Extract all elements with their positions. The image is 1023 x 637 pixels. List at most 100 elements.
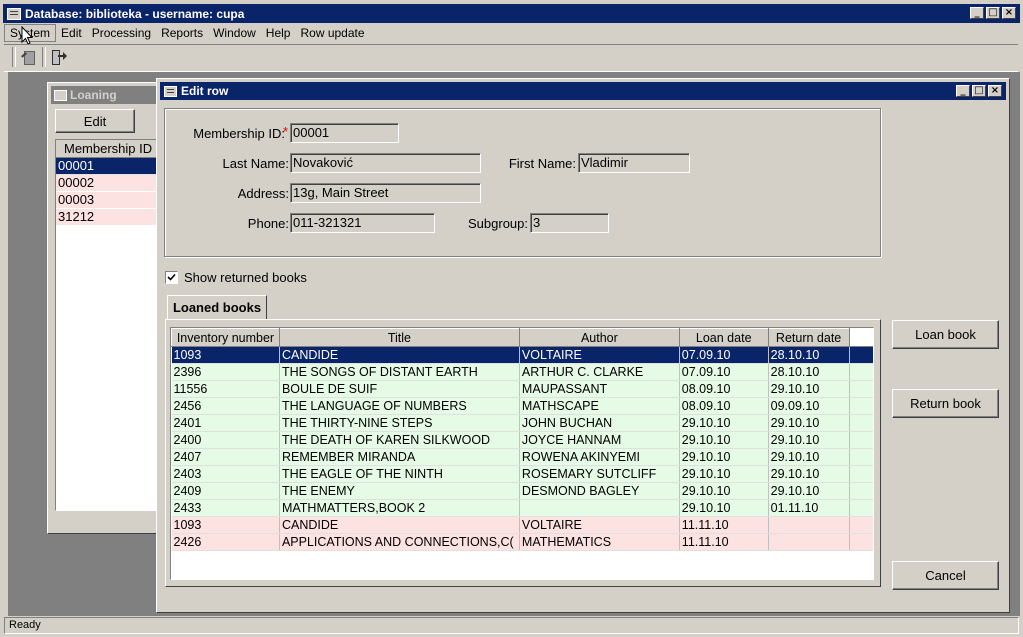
- column-header-loan-date[interactable]: Loan date: [678, 328, 769, 347]
- menu-help[interactable]: Help: [261, 24, 296, 42]
- return-book-button[interactable]: Return book: [892, 389, 999, 418]
- row-filler: [849, 380, 873, 398]
- row-filler: [849, 431, 873, 449]
- table-row[interactable]: 2433 MATHMATTERS,BOOK 2 29.10.10 01.11.10: [171, 499, 873, 517]
- column-header-title[interactable]: Title: [278, 328, 520, 347]
- menu-edit[interactable]: Edit: [56, 24, 87, 42]
- table-row[interactable]: 2426 APPLICATIONS AND CONNECTIONS,C(MATHE…: [171, 533, 873, 551]
- cell-author: ARTHUR C. CLARKE: [519, 363, 680, 381]
- cell-loan-date: 07.09.10: [679, 363, 769, 381]
- edit-title-bar[interactable]: Edit row _ □ ×: [160, 82, 1006, 100]
- table-row[interactable]: 2401 THE THIRTY-NINE STEPS JOHN BUCHAN 29.1…: [171, 414, 873, 432]
- table-header-row: Inventory number Title Author Loan date …: [171, 328, 873, 347]
- cell-author: ROWENA AKINYEMI: [519, 448, 680, 466]
- cell-title: CANDIDE: [279, 516, 520, 534]
- phone-field[interactable]: 011-321321: [290, 213, 435, 233]
- row-filler: [849, 533, 873, 551]
- cell-inventory-number: 2396: [171, 363, 280, 381]
- main-title: Database: biblioteka - username: cupa: [25, 6, 245, 21]
- tab-loaned-books[interactable]: Loaned books: [167, 295, 267, 319]
- cell-return-date: 28.10.10: [768, 346, 850, 364]
- status-bar: Ready: [4, 617, 1019, 634]
- menu-reports[interactable]: Reports: [156, 24, 208, 42]
- cell-return-date: [768, 516, 850, 534]
- cell-inventory-number: 2433: [171, 499, 280, 517]
- column-header-return-date[interactable]: Return date: [767, 328, 850, 347]
- cell-inventory-number: 2400: [171, 431, 280, 449]
- cell-inventory-number: 2409: [171, 482, 280, 500]
- close-icon[interactable]: ×: [988, 85, 1002, 97]
- column-header-filler: [849, 328, 873, 347]
- show-returned-checkbox[interactable]: Show returned books: [165, 270, 307, 285]
- table-row[interactable]: 2456 THE LANGUAGE OF NUMBERS MATHSCAPE 08.0…: [171, 397, 873, 415]
- first-name-label: First Name:: [508, 156, 576, 171]
- minimize-icon[interactable]: _: [970, 7, 984, 19]
- loaning-edit-button[interactable]: Edit: [55, 109, 135, 133]
- menu-row-update[interactable]: Row update: [295, 24, 369, 42]
- main-title-bar[interactable]: Database: biblioteka - username: cupa _ …: [3, 4, 1020, 23]
- cell-inventory-number: 1093: [171, 516, 280, 534]
- cell-title: THE THIRTY-NINE STEPS: [279, 414, 520, 432]
- maximize-icon[interactable]: □: [972, 85, 986, 97]
- toolbar-exit-icon[interactable]: [50, 49, 68, 67]
- checkbox-icon[interactable]: [165, 271, 178, 284]
- window-icon: [164, 85, 177, 97]
- cell-title: APPLICATIONS AND CONNECTIONS,C(: [279, 533, 520, 551]
- table-row[interactable]: 2400 THE DEATH OF KAREN SILKWOOD JOYCE HAN…: [171, 431, 873, 449]
- table-row[interactable]: 1093 CANDIDE VOLTAIRE 07.09.10 28.10.10: [171, 346, 873, 364]
- row-filler: [849, 465, 873, 483]
- cell-inventory-number: 2407: [171, 448, 280, 466]
- cell-return-date: 29.10.10: [768, 448, 850, 466]
- show-returned-label: Show returned books: [184, 270, 307, 285]
- last-name-field[interactable]: Novaković: [290, 153, 481, 173]
- table-row[interactable]: 1093 CANDIDE VOLTAIRE 11.11.10: [171, 516, 873, 534]
- column-header-inventory[interactable]: Inventory number: [171, 328, 280, 347]
- table-row[interactable]: 2407 REMEMBER MIRANDA ROWENA AKINYEMI 29.10…: [171, 448, 873, 466]
- cell-loan-date: 08.09.10: [679, 380, 769, 398]
- cell-return-date: [768, 533, 850, 551]
- app-icon: [7, 7, 21, 20]
- last-name-label: Last Name:: [222, 156, 289, 171]
- row-filler: [849, 397, 873, 415]
- cell-inventory-number: 2426: [171, 533, 280, 551]
- column-header-author[interactable]: Author: [518, 328, 680, 347]
- maximize-icon[interactable]: □: [986, 7, 1000, 19]
- row-filler: [849, 482, 873, 500]
- cell-author: ROSEMARY SUTCLIFF: [519, 465, 680, 483]
- cell-return-date: 29.10.10: [768, 380, 850, 398]
- table-row[interactable]: 2403 THE EAGLE OF THE NINTH ROSEMARY SUTCL…: [171, 465, 873, 483]
- address-label: Address:: [237, 186, 289, 201]
- cell-author: VOLTAIRE: [519, 516, 680, 534]
- first-name-field[interactable]: Vladimir: [578, 153, 690, 173]
- toolbar-edit-icon[interactable]: [20, 49, 38, 67]
- subgroup-label: Subgroup:: [468, 216, 528, 231]
- cell-loan-date: 11.11.10: [679, 516, 769, 534]
- menu-processing[interactable]: Processing: [87, 24, 156, 42]
- subgroup-field[interactable]: 3: [530, 213, 609, 233]
- address-field[interactable]: 13g, Main Street: [290, 183, 481, 203]
- row-filler: [849, 363, 873, 381]
- row-filler: [849, 516, 873, 534]
- cell-loan-date: 29.10.10: [679, 482, 769, 500]
- member-info-group: Membership ID: * 00001 Last Name: Novako…: [164, 108, 881, 257]
- cell-author: MATHEMATICS: [519, 533, 680, 551]
- loan-book-button[interactable]: Loan book: [892, 320, 999, 349]
- loaned-books-table: Inventory number Title Author Loan date …: [171, 328, 873, 551]
- edit-row-window: Edit row _ □ × Membership ID: * 00001 La…: [156, 78, 1010, 613]
- cancel-button[interactable]: Cancel: [892, 561, 999, 590]
- cell-inventory-number: 2401: [171, 414, 280, 432]
- table-row[interactable]: 2409 THE ENEMY DESMOND BAGLEY 29.10.10 29.10…: [171, 482, 873, 500]
- cell-title: THE LANGUAGE OF NUMBERS: [279, 397, 520, 415]
- table-row[interactable]: 11556 BOULE DE SUIF MAUPASSANT 08.09.10 29.1…: [171, 380, 873, 398]
- mouse-cursor-icon: [21, 26, 33, 45]
- row-filler: [849, 346, 873, 364]
- minimize-icon[interactable]: _: [956, 85, 970, 97]
- cell-return-date: 29.10.10: [768, 482, 850, 500]
- cell-loan-date: 08.09.10: [679, 397, 769, 415]
- close-icon[interactable]: ×: [1002, 7, 1016, 19]
- table-row[interactable]: 2396 THE SONGS OF DISTANT EARTH ARTHUR C. …: [171, 363, 873, 381]
- membership-id-label: Membership ID:: [193, 126, 285, 141]
- menu-window[interactable]: Window: [208, 24, 261, 42]
- cell-inventory-number: 2403: [171, 465, 280, 483]
- membership-id-field[interactable]: 00001: [290, 123, 399, 143]
